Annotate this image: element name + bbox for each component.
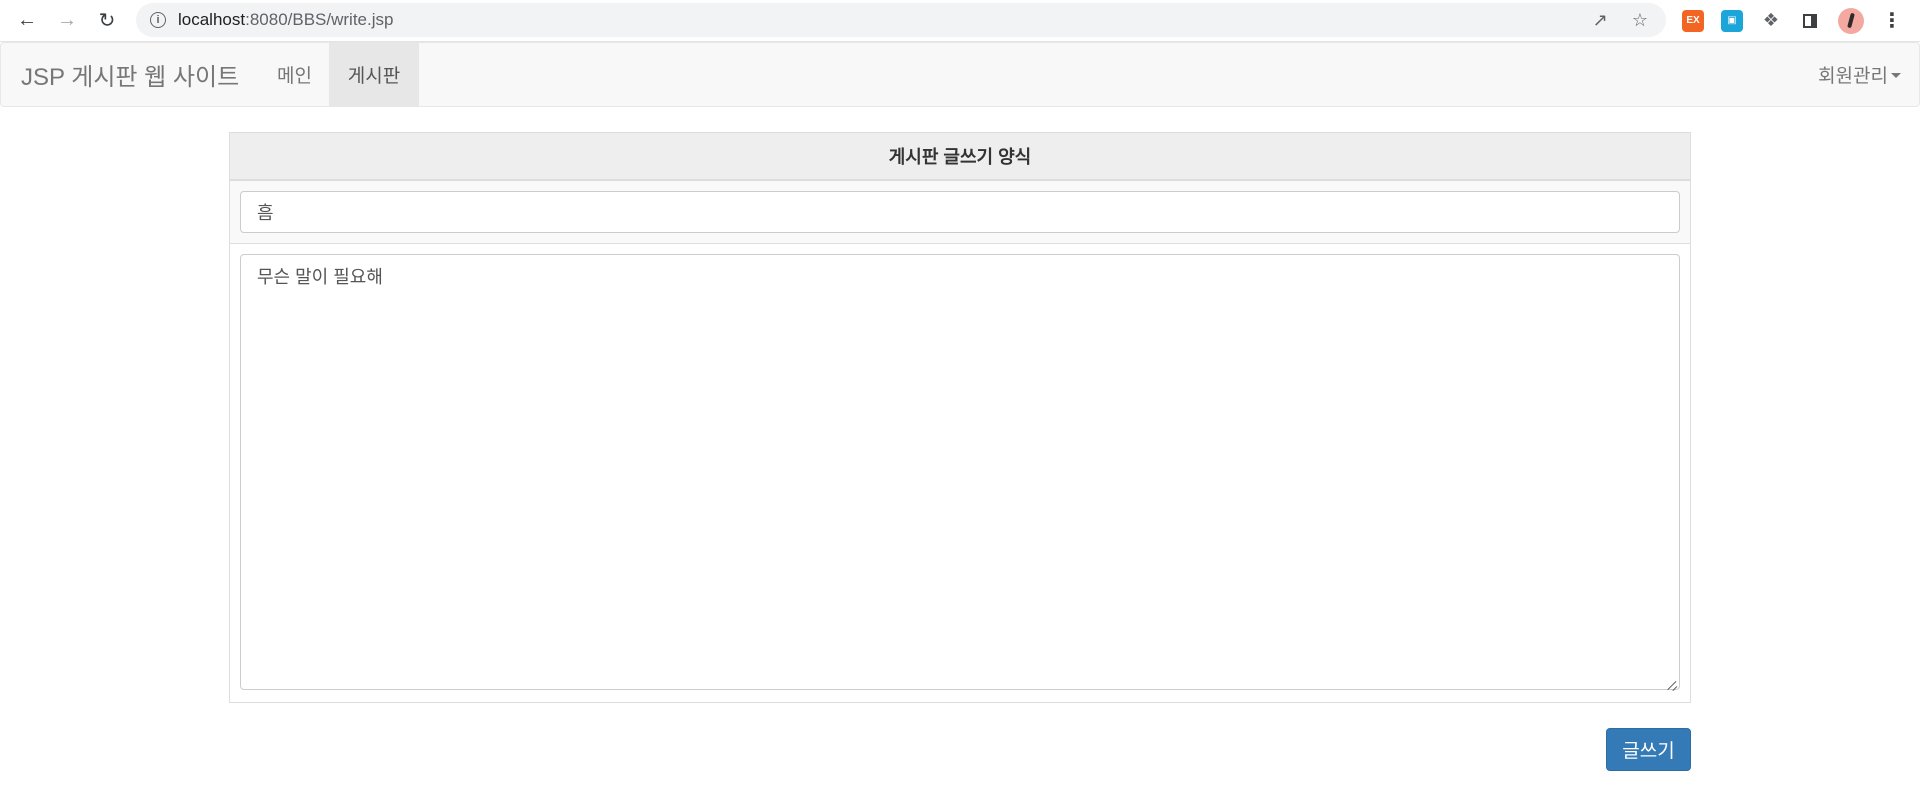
- navbar-brand[interactable]: JSP 게시판 웹 사이트: [21, 57, 239, 92]
- photo-extension-icon[interactable]: ▣: [1721, 9, 1743, 32]
- url-text[interactable]: localhost:8080/BBS/write.jsp: [178, 10, 393, 30]
- resize-handle-icon[interactable]: [1668, 680, 1678, 690]
- site-navbar: JSP 게시판 웹 사이트 메인 게시판 회원관리: [0, 42, 1920, 107]
- address-bar[interactable]: i localhost:8080/BBS/write.jsp ↗ ☆: [136, 3, 1666, 37]
- nav-item-main[interactable]: 메인: [277, 43, 312, 106]
- member-dropdown[interactable]: 회원관리: [1818, 43, 1901, 106]
- bookmark-star-icon[interactable]: ☆: [1632, 10, 1648, 31]
- nav-item-bbs[interactable]: 게시판: [329, 43, 419, 106]
- extensions-puzzle-icon[interactable]: ❖: [1760, 10, 1782, 32]
- ex-extension-icon[interactable]: EX: [1682, 9, 1704, 32]
- side-panel-icon[interactable]: [1799, 10, 1821, 32]
- browser-menu-icon[interactable]: ⋮: [1882, 8, 1902, 33]
- browser-toolbar: ← → ↻ i localhost:8080/BBS/write.jsp ↗ ☆…: [0, 0, 1920, 42]
- content-textarea[interactable]: 무슨 말이 필요해: [240, 254, 1680, 690]
- back-arrow-icon[interactable]: ←: [14, 8, 40, 34]
- submit-write-button[interactable]: 글쓰기: [1606, 728, 1691, 771]
- share-icon[interactable]: ↗: [1593, 10, 1608, 31]
- profile-avatar[interactable]: [1838, 7, 1864, 34]
- reload-icon[interactable]: ↻: [94, 8, 120, 34]
- member-dropdown-label: 회원관리: [1818, 66, 1888, 87]
- forward-arrow-icon[interactable]: →: [54, 8, 80, 34]
- write-form-table: 게시판 글쓰기 양식 무슨 말이 필요해: [229, 132, 1691, 703]
- form-heading: 게시판 글쓰기 양식: [230, 133, 1690, 181]
- title-row: [230, 181, 1690, 244]
- title-input[interactable]: [240, 191, 1680, 233]
- content-row: 무슨 말이 필요해: [230, 244, 1690, 704]
- caret-down-icon: [1891, 73, 1901, 78]
- site-info-icon[interactable]: i: [150, 12, 166, 28]
